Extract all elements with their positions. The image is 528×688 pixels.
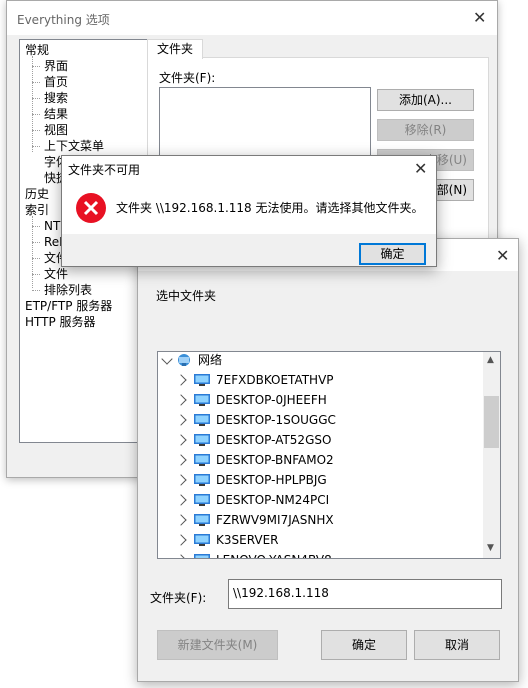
computer-name: DESKTOP-AT52GSO (216, 433, 332, 447)
scroll-thumb[interactable] (484, 396, 499, 448)
computer-icon (194, 434, 210, 446)
browse-folder-dialog: ✕ 选中文件夹 网络 7EFXDBKOETATHVP DESKTOP-0JHEEF… (137, 238, 519, 682)
computer-icon (194, 374, 210, 386)
close-icon[interactable]: ✕ (414, 161, 427, 177)
computer-icon (194, 454, 210, 466)
computer-name: LENOVO-YASN4BV8 (216, 550, 332, 558)
computer-icon (194, 514, 210, 526)
chevron-right-icon[interactable] (175, 454, 187, 466)
remove-button[interactable]: 移除(R) (377, 119, 474, 141)
tree-row-computer[interactable]: DESKTOP-AT52GSO (158, 430, 484, 450)
tree-item-index[interactable]: 索引 (25, 202, 49, 218)
chevron-down-icon[interactable] (161, 353, 173, 365)
tree-row-computer[interactable]: LENOVO-YASN4BV8 (158, 550, 484, 558)
tree-item-general[interactable]: 常规 (25, 42, 49, 58)
error-dialog: 文件夹不可用 ✕ 文件夹 \\192.168.1.118 无法使用。请选择其他文… (61, 155, 437, 267)
tree-item-etp[interactable]: ETP/FTP 服务器 (25, 298, 112, 314)
chevron-right-icon[interactable] (175, 554, 187, 558)
scroll-down-icon[interactable]: ▼ (487, 543, 494, 553)
options-title: Everything 选项 (17, 13, 110, 27)
computer-name: 7EFXDBKOETATHVP (216, 373, 334, 387)
tree-row-computer[interactable]: 7EFXDBKOETATHVP (158, 370, 484, 390)
tree-item-exclude[interactable]: 排除列表 (44, 282, 92, 298)
tree-row-network[interactable]: 网络 (158, 352, 484, 370)
tree-item-http[interactable]: HTTP 服务器 (25, 314, 96, 330)
chevron-right-icon[interactable] (175, 374, 187, 386)
folders-label: 文件夹(F): (159, 71, 216, 85)
computer-name: FZRWV9MI7JASNHX (216, 513, 334, 527)
add-button[interactable]: 添加(A)... (377, 89, 474, 111)
computer-name: K3SERVER (216, 533, 279, 547)
tab-folders[interactable]: 文件夹 (147, 39, 203, 59)
options-titlebar: Everything 选项 ✕ (7, 1, 497, 35)
tree-item-view[interactable]: 视图 (44, 122, 68, 138)
scroll-up-icon[interactable]: ▲ (487, 355, 494, 365)
browse-heading: 选中文件夹 (156, 289, 217, 303)
computer-name: DESKTOP-0JHEEFH (216, 393, 327, 407)
computer-name: DESKTOP-1SOUGGC (216, 413, 336, 427)
computer-icon (194, 554, 210, 558)
tree-item-history[interactable]: 历史 (25, 186, 49, 202)
new-folder-button[interactable]: 新建文件夹(M) (157, 630, 278, 660)
vertical-scrollbar[interactable]: ▲ ▼ (483, 352, 500, 558)
tree-root-label: 网络 (198, 353, 223, 367)
error-titlebar: 文件夹不可用 ✕ (62, 156, 436, 182)
close-icon[interactable]: ✕ (473, 10, 486, 26)
chevron-right-icon[interactable] (175, 434, 187, 446)
folder-path-input[interactable]: \\192.168.1.118 (228, 579, 502, 609)
chevron-right-icon[interactable] (175, 494, 187, 506)
tree-row-computer[interactable]: DESKTOP-0JHEEFH (158, 390, 484, 410)
tree-row-computer[interactable]: DESKTOP-HPLPBJG (158, 470, 484, 490)
folder-tree[interactable]: 网络 7EFXDBKOETATHVP DESKTOP-0JHEEFH DESKTOP… (157, 351, 501, 559)
cancel-button[interactable]: 取消 (414, 630, 500, 660)
tree-item-search[interactable]: 搜索 (44, 90, 68, 106)
tree-item-home[interactable]: 首页 (44, 74, 68, 90)
computer-icon (194, 534, 210, 546)
computer-icon (194, 394, 210, 406)
close-icon[interactable]: ✕ (496, 248, 509, 264)
tree-row-computer[interactable]: K3SERVER (158, 530, 484, 550)
computer-name: DESKTOP-BNFAMO2 (216, 453, 334, 467)
chevron-right-icon[interactable] (175, 394, 187, 406)
error-message: 文件夹 \\192.168.1.118 无法使用。请选择其他文件夹。 (116, 201, 424, 215)
computer-icon (194, 474, 210, 486)
error-title: 文件夹不可用 (68, 163, 141, 177)
computer-name: DESKTOP-NM24PCI (216, 493, 330, 507)
error-icon (76, 193, 106, 223)
chevron-right-icon[interactable] (175, 414, 187, 426)
tree-item-interface[interactable]: 界面 (44, 58, 68, 74)
tree-item-context-menu[interactable]: 上下文菜单 (44, 138, 104, 154)
error-ok-button[interactable]: 确定 (359, 243, 426, 265)
tree-item-results[interactable]: 结果 (44, 106, 68, 122)
chevron-right-icon[interactable] (175, 534, 187, 546)
chevron-right-icon[interactable] (175, 514, 187, 526)
tree-item-file-list[interactable]: 文件 (44, 266, 68, 282)
tree-row-computer[interactable]: DESKTOP-BNFAMO2 (158, 450, 484, 470)
tree-row-computer[interactable]: FZRWV9MI7JASNHX (158, 510, 484, 530)
ok-button[interactable]: 确定 (321, 630, 407, 660)
computer-icon (194, 494, 210, 506)
network-icon (178, 354, 190, 366)
folder-label: 文件夹(F): (150, 591, 207, 605)
chevron-right-icon[interactable] (175, 474, 187, 486)
computer-icon (194, 414, 210, 426)
tree-row-computer[interactable]: DESKTOP-NM24PCI (158, 490, 484, 510)
computer-name: DESKTOP-HPLPBJG (216, 473, 327, 487)
tree-row-computer[interactable]: DESKTOP-1SOUGGC (158, 410, 484, 430)
